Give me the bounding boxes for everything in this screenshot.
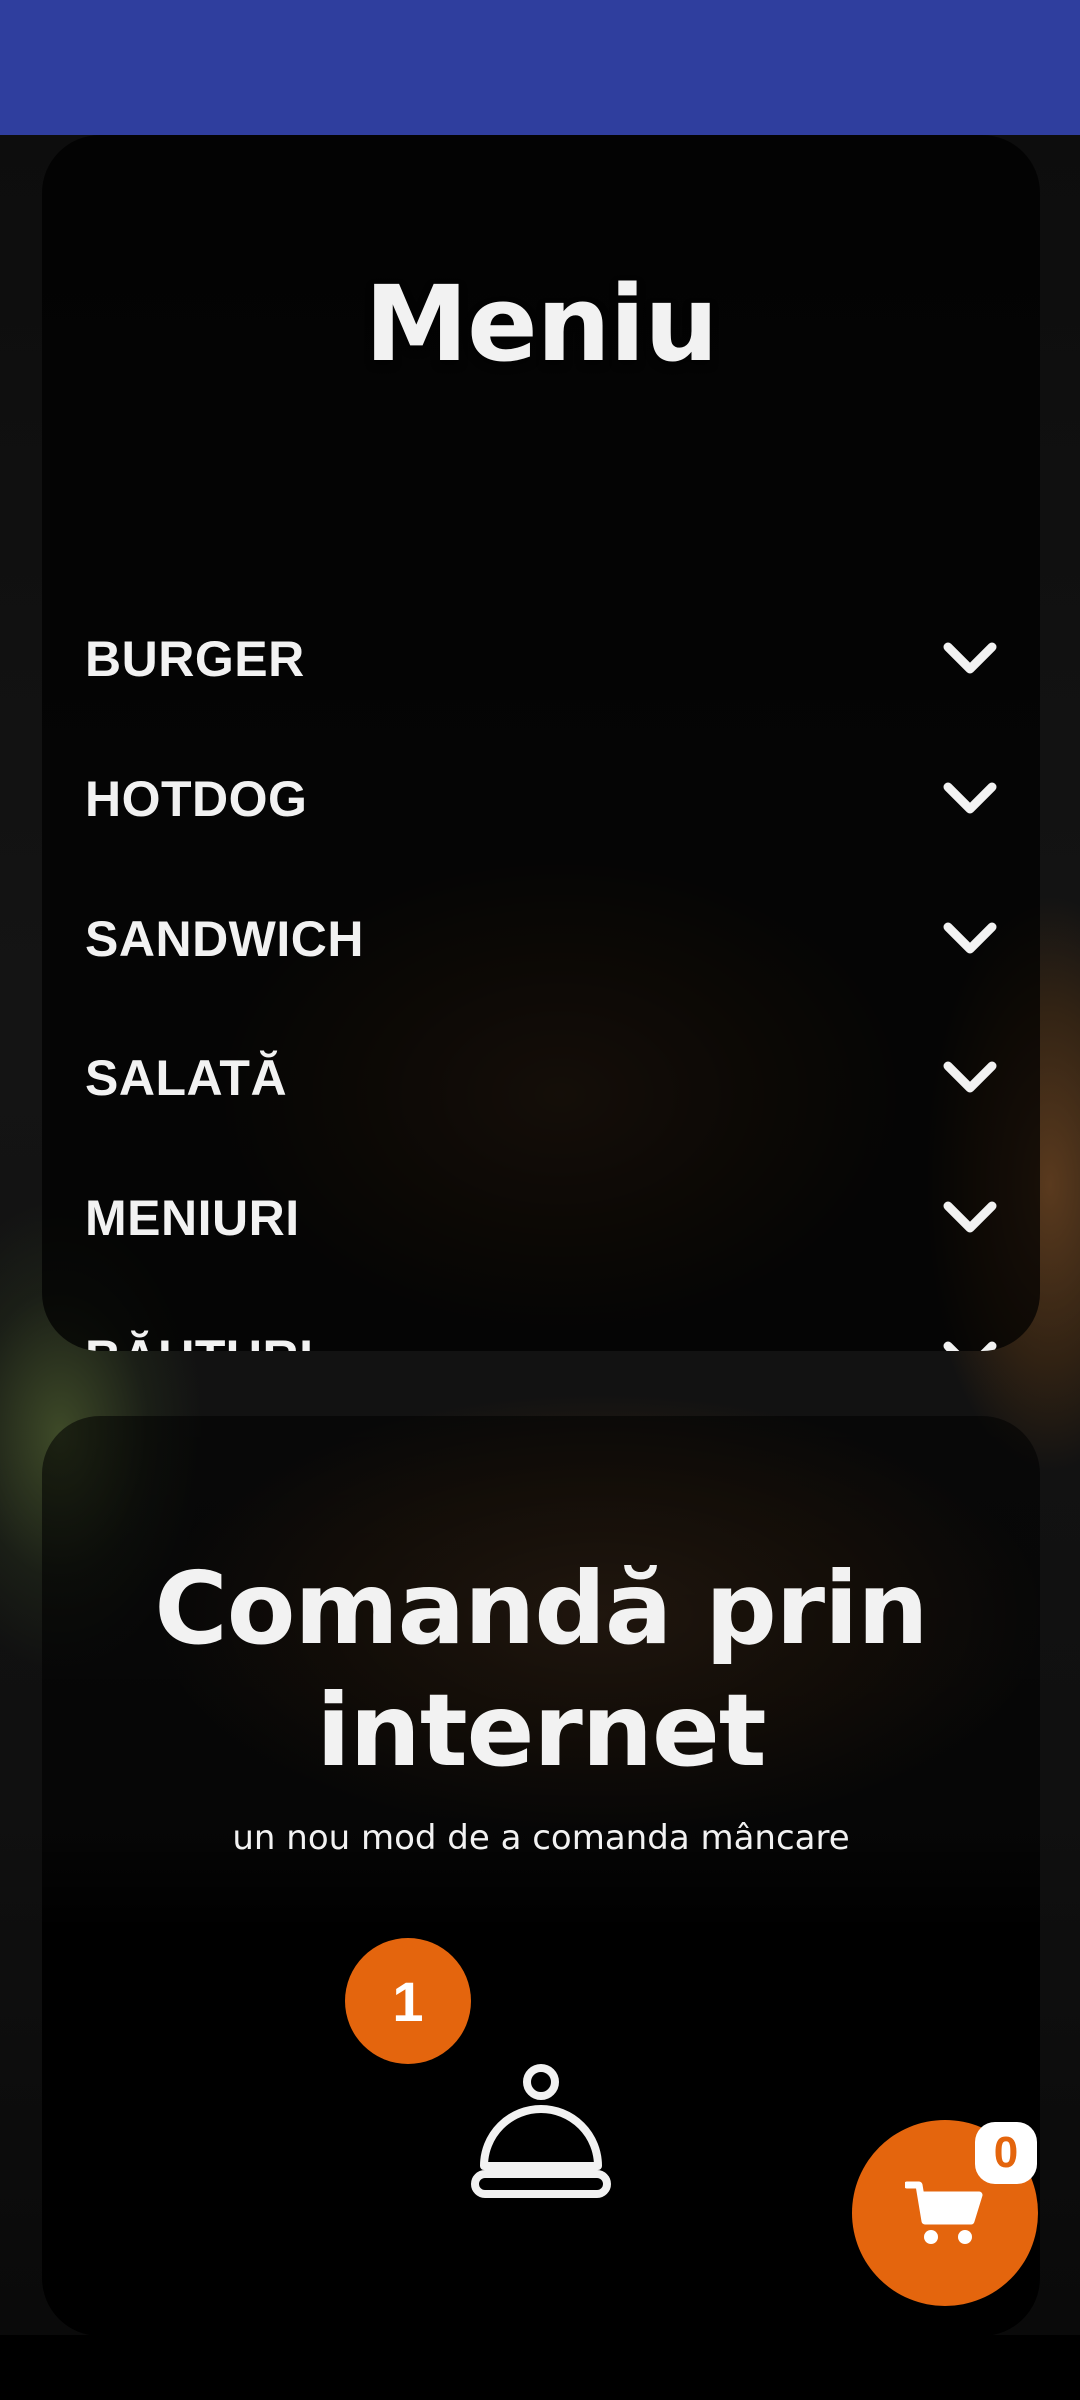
menu-item-meniuri[interactable]: MENIURI bbox=[42, 1168, 1040, 1268]
menu-item-label: SANDWICH bbox=[85, 911, 364, 967]
status-bar bbox=[0, 0, 1080, 135]
menu-title: Meniu bbox=[364, 263, 719, 385]
navigation-bar bbox=[0, 2335, 1080, 2400]
chevron-down-icon bbox=[943, 1341, 997, 1351]
order-title: Comandă prin internet bbox=[42, 1548, 1040, 1792]
menu-item-bauturi[interactable]: BĂUTURI bbox=[42, 1308, 1040, 1351]
cart-count-badge: 0 bbox=[975, 2122, 1037, 2184]
menu-item-label: BĂUTURI bbox=[85, 1329, 313, 1351]
menu-item-label: HOTDOG bbox=[85, 771, 308, 827]
menu-item-label: BURGER bbox=[85, 631, 305, 687]
chevron-down-icon bbox=[943, 1061, 997, 1093]
menu-item-label: MENIURI bbox=[85, 1190, 300, 1246]
order-title-line2: internet bbox=[316, 1672, 766, 1789]
shopping-cart-icon bbox=[905, 2181, 983, 2244]
order-subtitle: un nou mod de a comanda mâncare bbox=[232, 1818, 850, 1858]
chevron-down-icon bbox=[943, 1201, 997, 1233]
menu-item-hotdog[interactable]: HOTDOG bbox=[42, 749, 1040, 849]
menu-item-salata[interactable]: SALATĂ bbox=[42, 1028, 1040, 1128]
order-title-line1: Comandă prin bbox=[154, 1550, 928, 1667]
menu-item-label: SALATĂ bbox=[85, 1050, 288, 1106]
chevron-down-icon bbox=[943, 922, 997, 954]
menu-item-burger[interactable]: BURGER bbox=[42, 609, 1040, 709]
cloche-icon bbox=[471, 2064, 611, 2198]
chevron-down-icon bbox=[943, 642, 997, 674]
chevron-down-icon bbox=[943, 782, 997, 814]
step-number-badge: 1 bbox=[345, 1938, 471, 2064]
menu-card: Meniu BURGER HOTDOG SANDWICH SALATĂ MENI… bbox=[42, 135, 1040, 1351]
menu-item-sandwich[interactable]: SANDWICH bbox=[42, 889, 1040, 989]
